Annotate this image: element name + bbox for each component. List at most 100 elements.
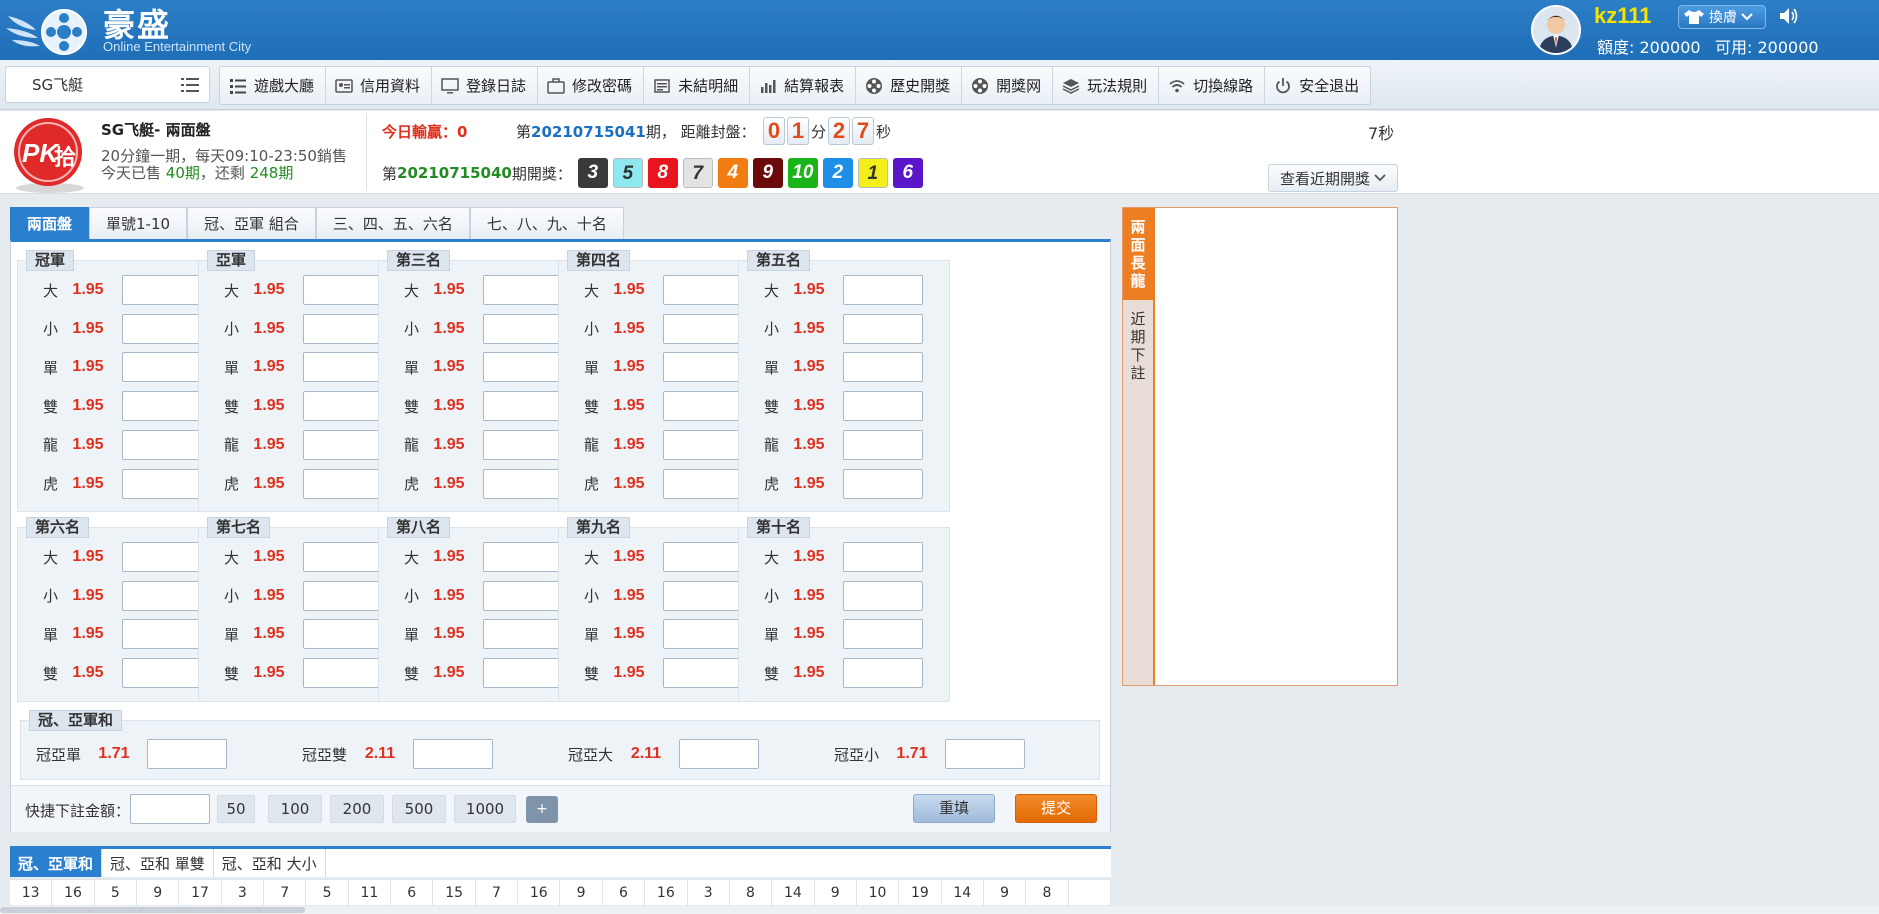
bet-amount-input[interactable] bbox=[303, 352, 383, 383]
bet-amount-input[interactable] bbox=[483, 580, 563, 611]
menu-item-unsettled[interactable]: 未結明細 bbox=[644, 67, 751, 104]
bet-amount-input[interactable] bbox=[843, 275, 923, 305]
bet-amount-input[interactable] bbox=[483, 313, 563, 344]
tab-recent-bets[interactable]: 近期下註 bbox=[1123, 300, 1153, 392]
bet-amount-input[interactable] bbox=[303, 580, 383, 611]
bet-amount-input[interactable] bbox=[122, 468, 202, 499]
submit-button[interactable]: 提交 bbox=[1015, 794, 1097, 823]
quick-amount-100[interactable]: 100 bbox=[268, 795, 322, 823]
bet-amount-input[interactable] bbox=[303, 468, 383, 499]
bet-amount-input[interactable] bbox=[122, 542, 202, 572]
tab-single-number[interactable]: 單號1-10 bbox=[89, 207, 188, 239]
bet-amount-input[interactable] bbox=[843, 619, 923, 650]
bet-amount-input[interactable] bbox=[663, 580, 743, 611]
bet-amount-input[interactable] bbox=[663, 468, 743, 499]
bet-amount-input[interactable] bbox=[663, 352, 743, 383]
bet-amount-input[interactable] bbox=[843, 542, 923, 572]
tab-sum[interactable]: 冠、亞軍和 bbox=[10, 849, 103, 877]
menu-item-switch-line[interactable]: 切換線路 bbox=[1159, 67, 1266, 104]
bet-amount-input[interactable] bbox=[663, 619, 743, 650]
bet-amount-input[interactable] bbox=[122, 429, 202, 460]
bet-amount-input[interactable] bbox=[843, 391, 923, 422]
menu-item-history[interactable]: 歷史開獎 bbox=[856, 67, 963, 104]
bet-amount-input[interactable] bbox=[945, 739, 1025, 769]
quick-amount-1000[interactable]: 1000 bbox=[454, 795, 516, 823]
tab-seventh-to-tenth[interactable]: 七、八、九、十名 bbox=[469, 207, 624, 239]
bet-amount-input[interactable] bbox=[679, 739, 759, 769]
bet-amount-input[interactable] bbox=[303, 542, 383, 572]
bet-amount-input[interactable] bbox=[483, 352, 563, 383]
recent-draws-button[interactable]: 查看近期開獎 bbox=[1268, 164, 1398, 192]
menu-item-rules[interactable]: 玩法規則 bbox=[1053, 67, 1160, 104]
bet-amount-input[interactable] bbox=[122, 391, 202, 422]
add-amount-button[interactable]: + bbox=[526, 796, 558, 823]
bet-amount-input[interactable] bbox=[843, 580, 923, 611]
bet-amount-input[interactable] bbox=[663, 391, 743, 422]
menu-item-draw-site[interactable]: 開獎网 bbox=[962, 67, 1054, 104]
bet-amount-input[interactable] bbox=[303, 391, 383, 422]
avatar[interactable] bbox=[1531, 5, 1581, 55]
tab-two-sides[interactable]: 兩面盤 bbox=[10, 207, 90, 239]
menu-item-report[interactable]: 結算報表 bbox=[750, 67, 857, 104]
bet-amount-input[interactable] bbox=[843, 468, 923, 499]
menu-item-lobby[interactable]: 遊戲大廳 bbox=[220, 67, 327, 104]
bet-amount-input[interactable] bbox=[303, 658, 383, 689]
tab-sum-big-small[interactable]: 冠、亞和 大小 bbox=[214, 849, 326, 877]
bet-amount-input[interactable] bbox=[122, 313, 202, 344]
quick-amount-50[interactable]: 50 bbox=[217, 795, 255, 823]
bet-amount-input[interactable] bbox=[413, 739, 493, 769]
tab-third-to-sixth[interactable]: 三、四、五、六名 bbox=[315, 207, 470, 239]
menu-item-credit[interactable]: 信用資料 bbox=[326, 67, 433, 104]
bet-amount-input[interactable] bbox=[663, 658, 743, 689]
bet-amount-input[interactable] bbox=[843, 429, 923, 460]
scrollbar-thumb[interactable] bbox=[0, 907, 305, 913]
quick-bet-input[interactable] bbox=[130, 794, 210, 824]
bet-amount-input[interactable] bbox=[843, 352, 923, 383]
bet-amount-input[interactable] bbox=[483, 275, 563, 305]
game-select-value: SG飞艇 bbox=[32, 76, 84, 94]
quick-bet-label: 快捷下註金額： bbox=[25, 802, 131, 820]
bet-amount-input[interactable] bbox=[122, 619, 202, 650]
bet-amount-input[interactable] bbox=[483, 542, 563, 572]
draw-balls: 3 5 8 7 4 9 10 2 1 6 bbox=[577, 158, 923, 188]
tab-sum-odd-even[interactable]: 冠、亞和 單雙 bbox=[102, 849, 214, 877]
reset-button[interactable]: 重填 bbox=[913, 794, 995, 823]
bet-amount-input[interactable] bbox=[147, 739, 227, 769]
film-reel-icon bbox=[866, 77, 883, 94]
bet-amount-input[interactable] bbox=[663, 542, 743, 572]
quick-amount-500[interactable]: 500 bbox=[392, 795, 446, 823]
bet-amount-input[interactable] bbox=[303, 275, 383, 305]
option-odds: 1.95 bbox=[793, 548, 825, 565]
sold-prefix: 今天已售 bbox=[101, 164, 162, 182]
bet-amount-input[interactable] bbox=[483, 468, 563, 499]
quick-amount-200[interactable]: 200 bbox=[330, 795, 384, 823]
bet-amount-input[interactable] bbox=[303, 619, 383, 650]
menu-item-logout[interactable]: 安全退出 bbox=[1265, 67, 1370, 104]
tab-champion-combo[interactable]: 冠、亞軍 組合 bbox=[187, 207, 316, 239]
bet-amount-input[interactable] bbox=[122, 580, 202, 611]
bet-amount-input[interactable] bbox=[122, 275, 202, 305]
bet-amount-input[interactable] bbox=[843, 313, 923, 344]
bet-amount-input[interactable] bbox=[483, 619, 563, 650]
option-odds: 1.95 bbox=[793, 319, 825, 337]
bet-amount-input[interactable] bbox=[303, 313, 383, 344]
option-label: 小 bbox=[42, 320, 58, 339]
bet-amount-input[interactable] bbox=[122, 658, 202, 689]
sound-icon[interactable] bbox=[1778, 6, 1800, 26]
skin-switch-button[interactable]: 換膚 bbox=[1678, 5, 1766, 29]
bet-amount-input[interactable] bbox=[303, 429, 383, 460]
bet-amount-input[interactable] bbox=[483, 429, 563, 460]
bet-amount-input[interactable] bbox=[122, 352, 202, 383]
group-title: 冠、亞軍和 bbox=[29, 710, 123, 731]
bet-amount-input[interactable] bbox=[663, 429, 743, 460]
menu-item-change-password[interactable]: 修改密碼 bbox=[538, 67, 645, 104]
bet-amount-input[interactable] bbox=[483, 391, 563, 422]
horizontal-scrollbar[interactable] bbox=[0, 906, 1879, 914]
menu-item-login-log[interactable]: 登錄日誌 bbox=[432, 67, 539, 104]
bet-amount-input[interactable] bbox=[843, 658, 923, 689]
bet-amount-input[interactable] bbox=[663, 313, 743, 344]
bet-amount-input[interactable] bbox=[483, 658, 563, 689]
bet-amount-input[interactable] bbox=[663, 275, 743, 305]
game-select[interactable]: SG飞艇 bbox=[5, 66, 210, 103]
tab-long-dragon[interactable]: 兩面長龍 bbox=[1123, 208, 1153, 300]
